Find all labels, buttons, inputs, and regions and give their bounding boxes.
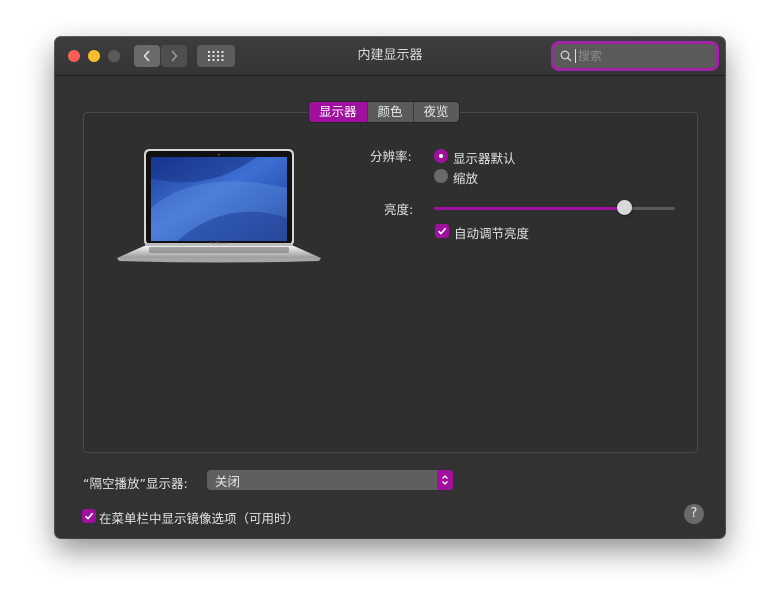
resolution-scaled-label[interactable]: 缩放: [453, 168, 478, 187]
search-field[interactable]: [554, 44, 716, 68]
resolution-default-radio[interactable]: [434, 149, 448, 163]
checkmark-icon: [437, 227, 447, 235]
mirror-options-checkbox[interactable]: [82, 509, 96, 523]
search-icon: [560, 50, 572, 62]
tab-display[interactable]: 显示器: [309, 102, 368, 122]
svg-text:MacBook Air: MacBook Air: [210, 241, 229, 245]
checkmark-icon: [84, 512, 94, 520]
help-button[interactable]: ?: [684, 504, 704, 524]
tab-color[interactable]: 颜色: [367, 102, 414, 122]
tab-night-shift[interactable]: 夜览: [413, 102, 459, 122]
select-arrows-icon: [437, 470, 453, 490]
search-input[interactable]: [575, 49, 708, 63]
system-preferences-window: 内建显示器 显示器 颜色 夜览: [55, 37, 725, 538]
resolution-default-label[interactable]: 显示器默认: [453, 148, 516, 167]
airplay-display-value: 关闭: [215, 473, 241, 489]
resolution-label: 分辨率:: [370, 149, 412, 164]
title-bar: 内建显示器: [55, 37, 725, 76]
airplay-display-select[interactable]: 关闭: [207, 470, 453, 490]
auto-brightness-checkbox[interactable]: [435, 224, 449, 238]
mirror-options-label[interactable]: 在菜单栏中显示镜像选项（可用时）: [99, 508, 299, 527]
tab-bar: 显示器 颜色 夜览: [309, 102, 459, 122]
brightness-slider-thumb[interactable]: [616, 200, 632, 215]
brightness-slider[interactable]: [434, 200, 675, 215]
resolution-scaled-radio[interactable]: [434, 169, 448, 183]
brightness-label: 亮度:: [384, 202, 414, 217]
auto-brightness-label[interactable]: 自动调节亮度: [454, 223, 529, 242]
brightness-slider-fill: [434, 207, 625, 210]
macbook-air-image: MacBook Air: [117, 149, 321, 263]
airplay-display-label: “隔空播放”显示器:: [83, 476, 188, 491]
